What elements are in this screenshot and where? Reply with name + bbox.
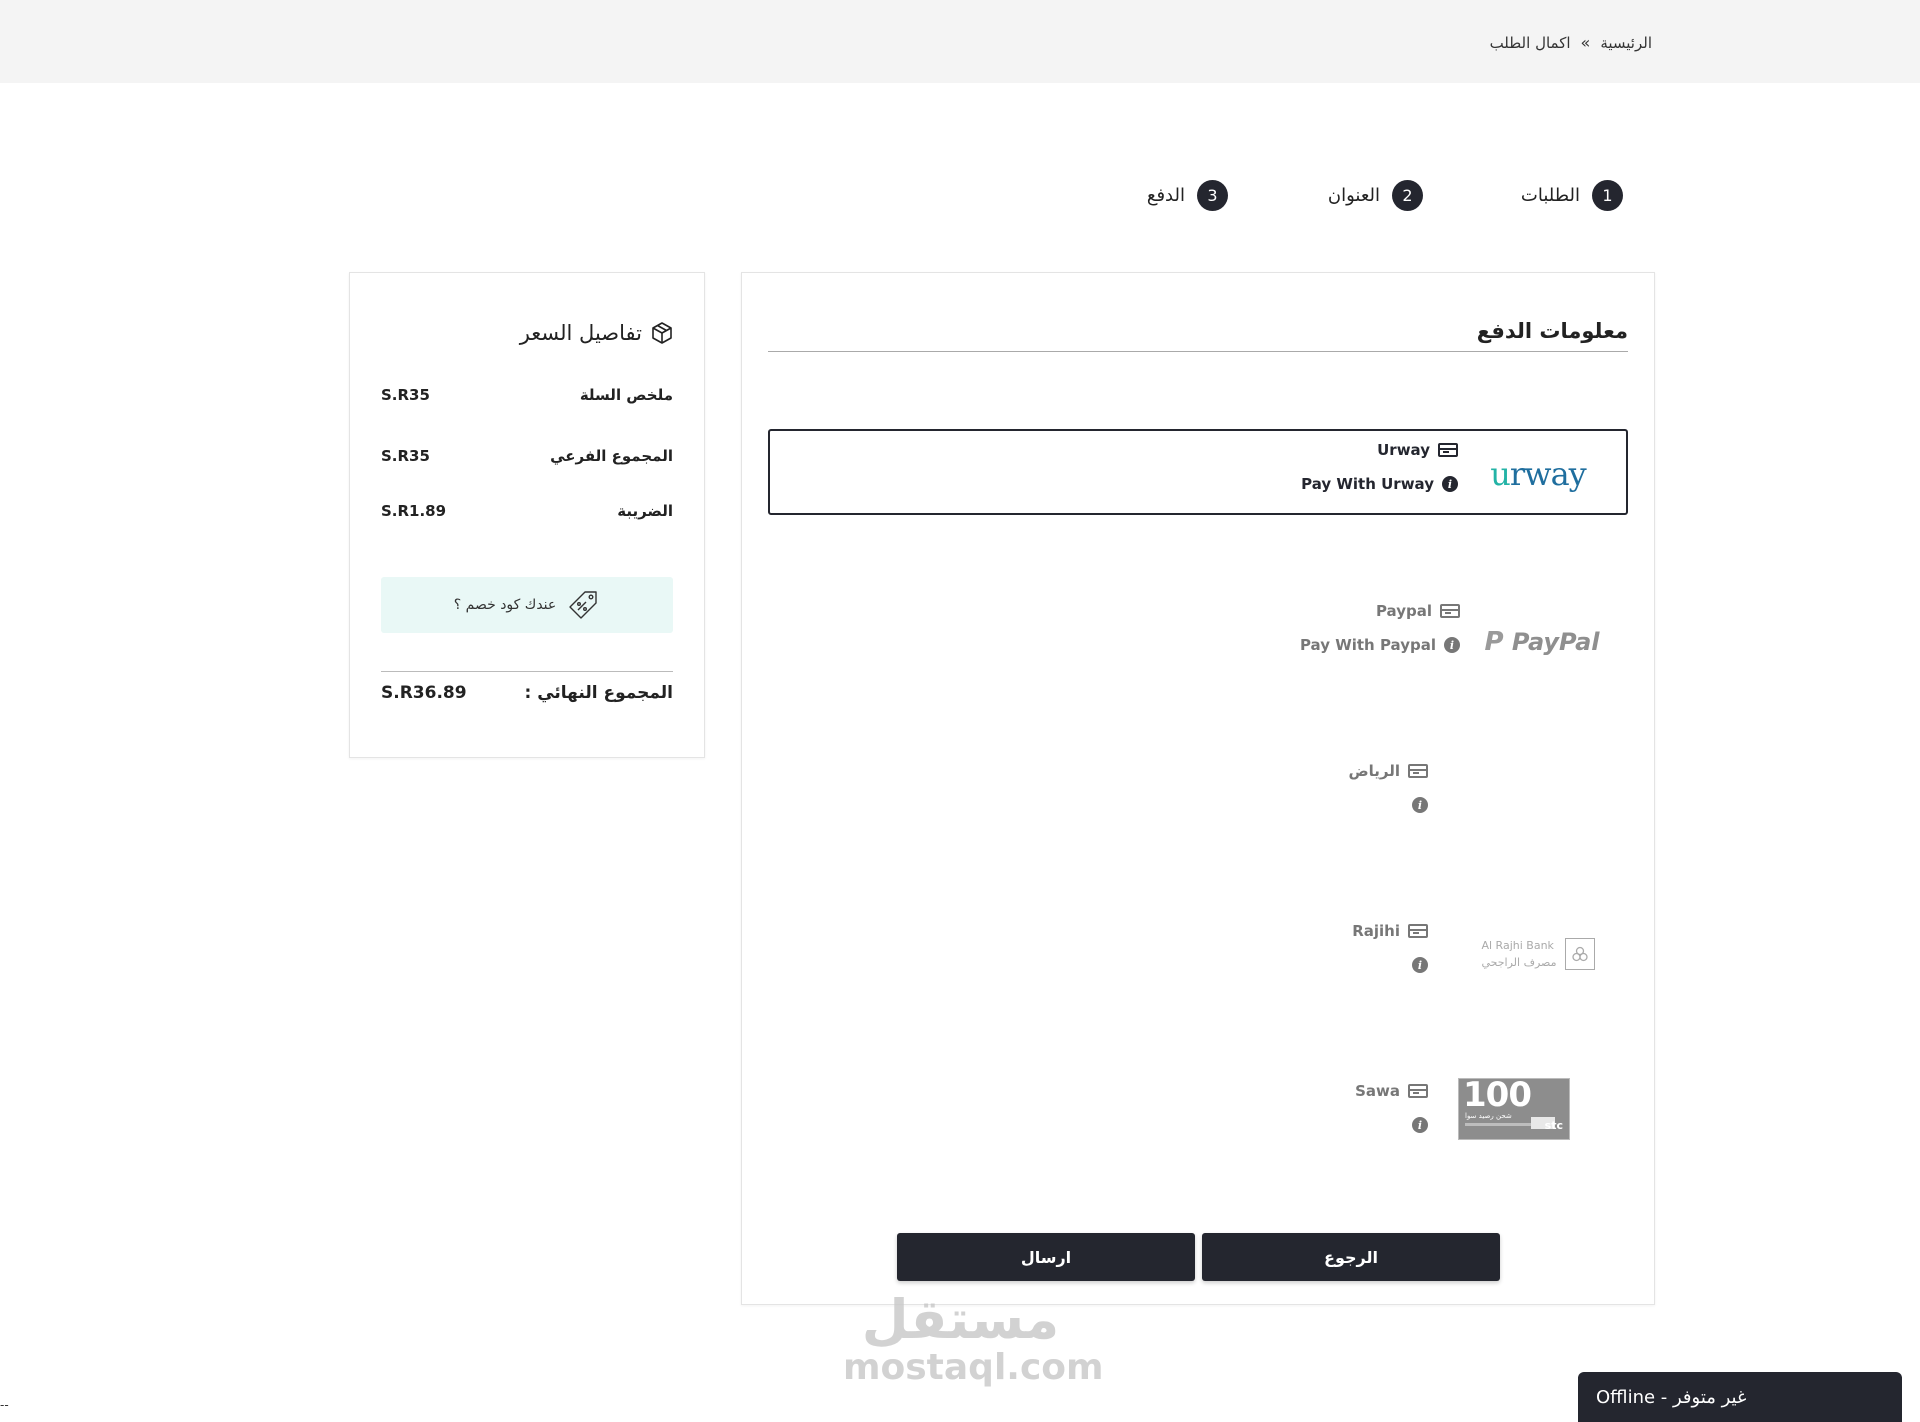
chat-status-widget[interactable]: Offline - غير متوفر (1578, 1372, 1902, 1422)
price-row-tax: S.R1.89 الضريبة (381, 502, 673, 520)
payment-method-riyadh[interactable]: الرياض i (768, 751, 1628, 837)
credit-card-icon (1438, 443, 1458, 457)
sawa-card-logo: 100 شحن رصيد سوا stc (1458, 1075, 1570, 1140)
method-info: Urway i Pay With Urway (1301, 440, 1458, 508)
step-label: العنوان (1327, 185, 1380, 206)
price-label: ملخص السلة (579, 386, 673, 404)
method-name-line: Sawa (1355, 1081, 1428, 1101)
info-icon[interactable]: i (1444, 637, 1460, 653)
chat-status-text: Offline - غير متوفر (1596, 1386, 1747, 1408)
method-info: Sawa i (1355, 1081, 1428, 1149)
info-icon[interactable]: i (1412, 797, 1428, 813)
payment-method-paypal[interactable]: Paypal i Pay With Paypal P PayPal (768, 591, 1628, 677)
payment-method-urway[interactable]: Urway i Pay With Urway uurwayrway (768, 429, 1628, 515)
breadcrumb-separator: » (1580, 33, 1591, 52)
price-details-card: تفاصيل السعر S.R35 ملخص السلة S.R35 المج… (349, 272, 705, 758)
method-name: Rajihi (1352, 922, 1400, 940)
method-name: Paypal (1375, 602, 1432, 620)
credit-card-icon (1408, 1084, 1428, 1098)
info-icon[interactable]: i (1412, 957, 1428, 973)
method-name: Urway (1377, 441, 1430, 459)
coupon-button[interactable]: عندك كود خصم ؟ (381, 577, 673, 633)
box-icon (652, 322, 672, 344)
step-payment[interactable]: 3 الدفع (1147, 180, 1228, 211)
payment-card: معلومات الدفع Urway i Pay With Urway uur… (741, 272, 1655, 1305)
method-name-line: الرياض (1348, 761, 1428, 781)
price-row-subtotal: S.R35 المجموع الفرعي (381, 447, 673, 465)
total-value: S.R36.89 (381, 683, 467, 703)
urway-logo: uurwayrway (1490, 455, 1586, 493)
method-desc-line: i Pay With Paypal (1300, 635, 1460, 655)
step-number: 3 (1197, 180, 1228, 211)
breadcrumb-current: اكمال الطلب (1489, 33, 1571, 52)
step-orders[interactable]: 1 الطلبات (1521, 180, 1623, 211)
method-name-line: Paypal (1300, 601, 1460, 621)
price-label: المجموع الفرعي (550, 447, 673, 465)
total-divider (381, 671, 673, 672)
step-number: 1 (1592, 180, 1623, 211)
rajhi-logo-ar: مصرف الراجحي (1481, 956, 1557, 969)
watermark-ar: مستقل (861, 1288, 1060, 1351)
method-desc-line: i (1348, 795, 1428, 815)
method-desc-line: i Pay With Urway (1301, 474, 1458, 494)
method-name: Sawa (1355, 1082, 1400, 1100)
method-name-line: Rajihi (1352, 921, 1428, 941)
price-title-text: تفاصيل السعر (519, 321, 642, 345)
credit-card-icon (1408, 764, 1428, 778)
method-name: الرياض (1348, 762, 1400, 780)
sawa-card-brand: stc (1544, 1119, 1563, 1132)
checkout-steps: 1 الطلبات 2 العنوان 3 الدفع (0, 180, 1920, 214)
breadcrumb: الرئيسية » اكمال الطلب (1490, 33, 1652, 52)
method-info: الرياض i (1348, 761, 1428, 829)
price-label: الضريبة (617, 502, 673, 520)
mostaql-watermark: مستقل mostaql.com (843, 1288, 1104, 1390)
method-name-line: Urway (1301, 440, 1458, 460)
price-value: S.R35 (381, 447, 430, 465)
price-value: S.R1.89 (381, 502, 447, 520)
total-row: S.R36.89 المجموع النهائي : (381, 683, 673, 703)
method-info: Paypal i Pay With Paypal (1300, 601, 1460, 669)
credit-card-icon (1408, 924, 1428, 938)
method-desc-line: i (1355, 1115, 1428, 1135)
payment-title-underline (768, 351, 1628, 352)
corner-marker: -- (0, 1398, 9, 1412)
credit-card-icon (1440, 604, 1460, 618)
top-bar: الرئيسية » اكمال الطلب (0, 0, 1920, 83)
sawa-card-amount: 100 (1463, 1075, 1532, 1115)
coupon-label: عندك كود خصم ؟ (453, 597, 557, 613)
step-number: 2 (1392, 180, 1423, 211)
rajhi-emblem-icon (1571, 946, 1588, 962)
method-desc: Pay With Paypal (1299, 636, 1436, 654)
payment-title: معلومات الدفع (1476, 319, 1628, 343)
submit-button[interactable]: ارسال (897, 1233, 1195, 1281)
step-address[interactable]: 2 العنوان (1328, 180, 1423, 211)
paypal-logo: P PayPal (1484, 627, 1600, 657)
alrajhi-logo: Al Rajhi Bank مصرف الراجحي (1478, 911, 1598, 997)
breadcrumb-home[interactable]: الرئيسية (1600, 34, 1652, 52)
payment-method-rajhi[interactable]: Rajihi i Al Rajhi Bank مصرف الراجحي (768, 911, 1628, 997)
info-icon[interactable]: i (1412, 1117, 1428, 1133)
step-label: الطلبات (1520, 185, 1580, 206)
method-desc: Pay With Urway (1301, 475, 1434, 493)
method-desc-line: i (1352, 955, 1428, 975)
step-label: الدفع (1146, 185, 1185, 206)
payment-method-sawa[interactable]: Sawa i 100 شحن رصيد سوا stc (768, 1071, 1628, 1157)
price-value: S.R35 (381, 386, 430, 404)
sawa-card-subtitle: شحن رصيد سوا (1465, 1112, 1512, 1120)
back-button[interactable]: الرجوع (1202, 1233, 1500, 1281)
total-label: المجموع النهائي : (524, 683, 673, 703)
discount-tag-icon (569, 591, 597, 619)
price-details-title: تفاصيل السعر (520, 321, 674, 345)
rajhi-logo-en: Al Rajhi Bank (1481, 939, 1554, 952)
info-icon[interactable]: i (1442, 476, 1458, 492)
watermark-en: mostaql.com (843, 1347, 1104, 1388)
method-info: Rajihi i (1352, 921, 1428, 989)
price-row-cart: S.R35 ملخص السلة (381, 386, 673, 404)
